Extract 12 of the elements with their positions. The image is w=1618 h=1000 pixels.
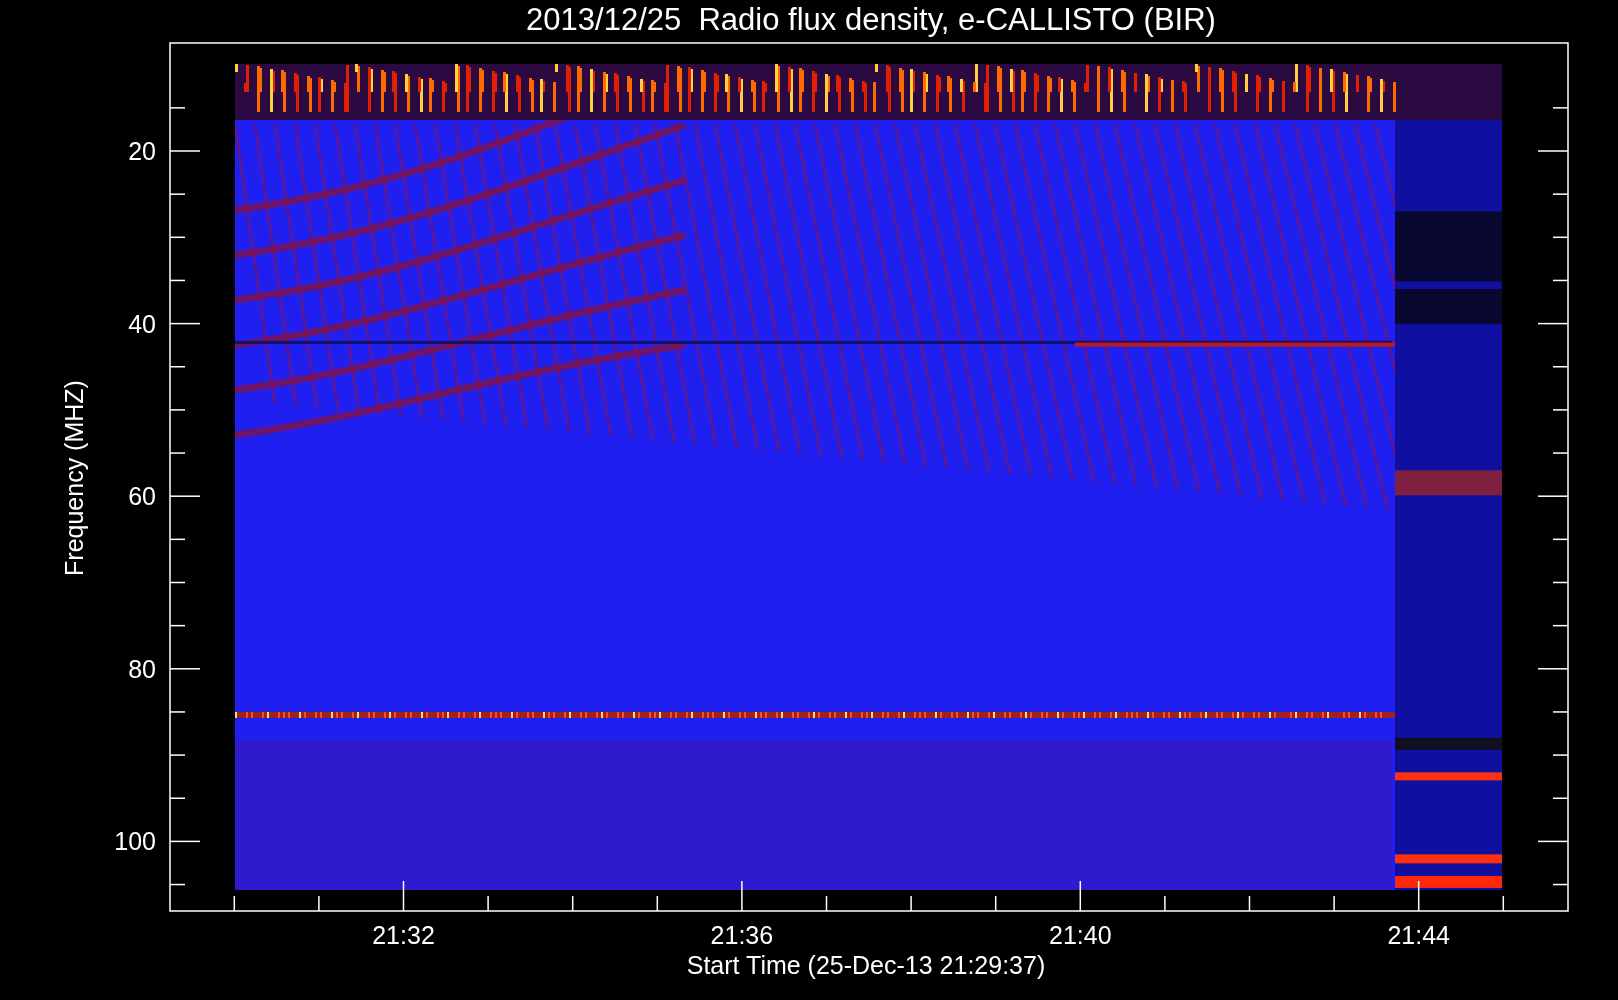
y-tick-label: 40 — [128, 309, 156, 338]
y-tick-label: 20 — [128, 137, 156, 165]
x-tick-label: 21:36 — [710, 921, 774, 949]
x-tick-label: 21:40 — [1049, 921, 1112, 949]
y-tick-label: 60 — [128, 482, 156, 511]
x-tick-label: 21:32 — [372, 921, 435, 949]
x-axis-label: Start Time (25-Dec-13 21:29:37) — [686, 951, 1046, 979]
chart-title: 2013/12/25 Radio flux density, e-CALLISTO (BIR) — [526, 2, 1216, 37]
y-tick-label: 80 — [128, 654, 156, 683]
y-axis-label: Frequency (MHZ) — [60, 380, 88, 576]
y-tick-label: 100 — [114, 827, 156, 856]
x-tick-label: 21:44 — [1387, 921, 1450, 949]
